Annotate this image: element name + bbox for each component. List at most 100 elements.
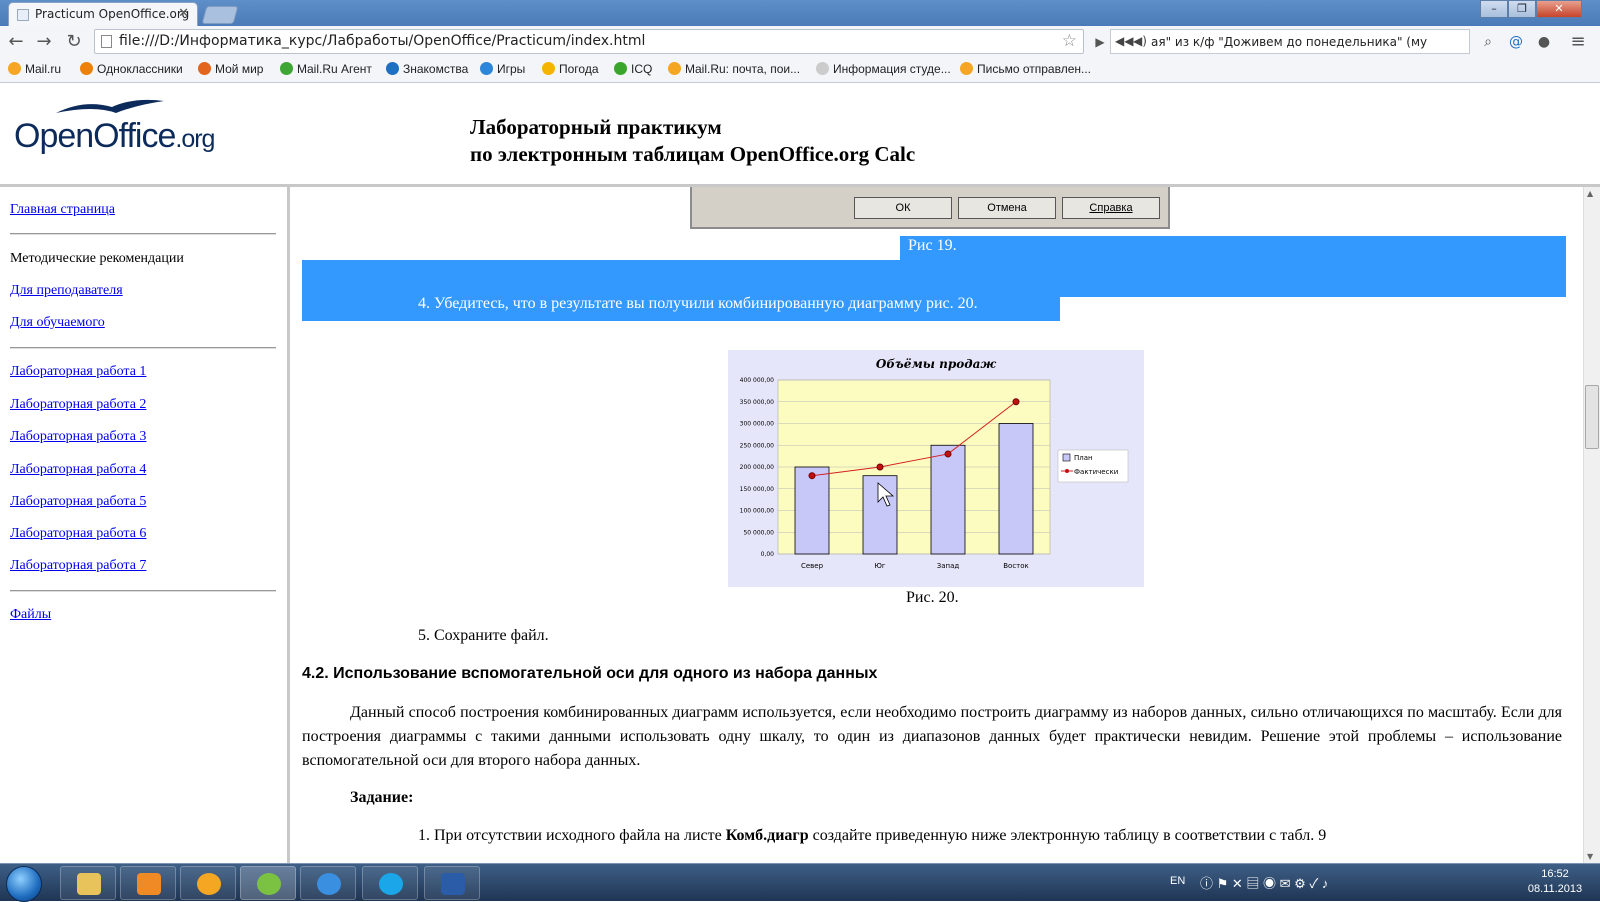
extension-icon[interactable]: ● xyxy=(1532,30,1556,54)
sidebar-item-files[interactable]: Файлы xyxy=(10,607,51,623)
tab-close-icon[interactable]: ✕ xyxy=(178,6,189,21)
menu-icon[interactable]: ≡ xyxy=(1566,30,1590,54)
browser-tab[interactable]: Practicum OpenOffice.org ✕ xyxy=(8,2,198,26)
bar-Запад xyxy=(930,444,966,555)
divider xyxy=(10,347,276,349)
bookmark-item[interactable]: Mail.Ru: почта, пои... xyxy=(668,62,800,76)
bookmark-item[interactable]: Mail.ru xyxy=(8,62,61,76)
paragraph: Данный способ построения комбинированных… xyxy=(302,704,1562,769)
bookmark-item[interactable]: Письмо отправлен... xyxy=(960,62,1091,76)
reload-icon[interactable]: ↻ xyxy=(62,30,86,54)
bookmark-item[interactable]: ICQ xyxy=(614,62,652,76)
bookmark-label: Мой мир xyxy=(215,62,264,76)
bookmark-label: Mail.Ru Агент xyxy=(297,62,372,76)
window-close-button[interactable]: ✕ xyxy=(1536,0,1582,18)
bookmark-favicon-icon xyxy=(386,62,399,75)
forward-icon[interactable]: → xyxy=(32,30,56,54)
taskbar-skype[interactable] xyxy=(362,866,418,900)
internet-explorer-icon xyxy=(317,873,341,895)
new-tab-button[interactable] xyxy=(201,6,239,24)
taskbar-word[interactable] xyxy=(424,866,480,900)
sidebar-item-lab-7[interactable]: Лабораторная работа 7 xyxy=(10,558,146,574)
taskbar-clock[interactable]: 16:52 08.11.2013 xyxy=(1520,867,1590,897)
bar-Север xyxy=(794,466,830,555)
taskbar-mail-agent[interactable] xyxy=(180,866,236,900)
bookmark-favicon-icon xyxy=(668,62,681,75)
sidebar-item-student[interactable]: Для обучаемого xyxy=(10,315,105,331)
bookmark-item[interactable]: Информация студе... xyxy=(816,62,951,76)
sidebar-item-lab-3[interactable]: Лабораторная работа 3 xyxy=(10,429,146,445)
text-selection xyxy=(302,260,1566,297)
sidebar-item-home[interactable]: Главная страница xyxy=(10,202,115,218)
bookmark-favicon-icon xyxy=(80,62,93,75)
taskbar-explorer[interactable] xyxy=(60,866,116,900)
language-indicator[interactable]: EN xyxy=(1170,875,1185,887)
sidebar-item-lab-2[interactable]: Лабораторная работа 2 xyxy=(10,397,146,413)
sidebar-item-lab-6[interactable]: Лабораторная работа 6 xyxy=(10,526,146,542)
sidebar-item-lab-4[interactable]: Лабораторная работа 4 xyxy=(10,462,146,478)
back-icon[interactable]: ← xyxy=(4,30,28,54)
search-icon[interactable]: ⌕ xyxy=(1476,30,1500,54)
mail-extension-icon[interactable]: @ xyxy=(1504,30,1528,54)
previous-track-icon[interactable]: ◀◀ xyxy=(1115,34,1133,48)
maximize-button[interactable]: ❐ xyxy=(1508,0,1536,18)
bookmark-item[interactable]: Игры xyxy=(480,62,525,76)
tab-title: Practicum OpenOffice.org xyxy=(35,7,190,21)
start-button[interactable] xyxy=(6,866,42,902)
chart-title: Объёмы продаж xyxy=(876,357,997,371)
bookmark-item[interactable]: Погода xyxy=(542,62,599,76)
media-player-widget[interactable]: ◀◀ ◀) ая" из к/ф "Доживем до понедельник… xyxy=(1110,29,1470,54)
main-content: ОК Отмена Справка Рис 19. 4. Убедитесь, … xyxy=(290,187,1583,863)
bookmark-favicon-icon xyxy=(280,62,293,75)
bookmark-label: Одноклассники xyxy=(97,62,183,76)
taskbar-internet-explorer[interactable] xyxy=(300,866,356,900)
bookmark-item[interactable]: Mail.Ru Агент xyxy=(280,62,372,76)
bar-Восток xyxy=(998,423,1034,555)
sidebar-item-lab-1[interactable]: Лабораторная работа 1 xyxy=(10,364,146,380)
line-point-Запад xyxy=(944,450,952,458)
taskbar-media-player[interactable] xyxy=(120,866,176,900)
sidebar-nav: Главная страница Методические рекомендац… xyxy=(0,187,290,863)
bookmark-label: Игры xyxy=(497,62,526,76)
sidebar-item-lab-5[interactable]: Лабораторная работа 5 xyxy=(10,494,146,510)
task-label: Задание: xyxy=(350,789,414,806)
bookmark-item[interactable]: Одноклассники xyxy=(80,62,183,76)
bookmark-favicon-icon xyxy=(542,62,555,75)
page-title: Лабораторный практикум по электронным та… xyxy=(470,115,916,166)
bookmark-favicon-icon xyxy=(816,62,829,75)
gull-logo-icon xyxy=(56,99,164,113)
line-point-Север xyxy=(808,472,816,480)
taskbar-browser[interactable] xyxy=(240,866,296,900)
cancel-button: Отмена xyxy=(958,197,1056,219)
dialog-screenshot-fragment: ОК Отмена Справка xyxy=(690,187,1170,229)
bookmark-item[interactable]: Знакомства xyxy=(386,62,468,76)
sidebar-item-teacher[interactable]: Для преподавателя xyxy=(10,283,123,299)
line-point-Юг xyxy=(876,463,884,471)
vertical-scrollbar[interactable]: ▲ ▼ xyxy=(1583,187,1600,863)
play-icon[interactable]: ▶ xyxy=(1088,30,1112,54)
browser-toolbar: ← → ↻ file:///D:/Информатика_курс/Лабраб… xyxy=(0,26,1600,59)
bookmark-favicon-icon xyxy=(480,62,493,75)
text-selection xyxy=(900,236,1566,260)
address-bar[interactable]: file:///D:/Информатика_курс/Лабработы/Op… xyxy=(94,29,1084,54)
logo-text: OpenOffice.org xyxy=(14,117,215,155)
word-icon xyxy=(441,873,465,895)
y-tick-label: 350 000,00 xyxy=(740,399,775,406)
bookmark-item[interactable]: Мой мир xyxy=(198,62,263,76)
y-tick-label: 250 000,00 xyxy=(740,442,775,449)
folder-icon xyxy=(77,873,101,895)
y-tick-label: 50 000,00 xyxy=(743,529,774,536)
tray-icons[interactable]: ⓘ ⚑ ✕ ▤ ◉ ✉ ⚙ ✓ ♪ xyxy=(1200,873,1328,892)
bookmark-label: ICQ xyxy=(631,62,653,76)
scroll-up-icon[interactable]: ▲ xyxy=(1587,189,1593,198)
bookmarks-bar: Mail.ru Одноклассники Мой мир Mail.Ru Агент… xyxy=(0,58,1600,83)
bookmark-star-icon[interactable]: ☆ xyxy=(1062,31,1077,51)
bookmark-favicon-icon xyxy=(614,62,627,75)
scroll-down-icon[interactable]: ▼ xyxy=(1587,852,1593,861)
bookmark-label: Mail.ru xyxy=(25,62,62,76)
scrollbar-thumb[interactable] xyxy=(1585,385,1599,449)
volume-icon[interactable]: ◀) xyxy=(1133,34,1147,48)
x-tick-label: Восток xyxy=(1003,562,1029,570)
minimize-button[interactable]: – xyxy=(1480,0,1508,18)
figure-caption: Рис. 20. xyxy=(906,589,959,606)
